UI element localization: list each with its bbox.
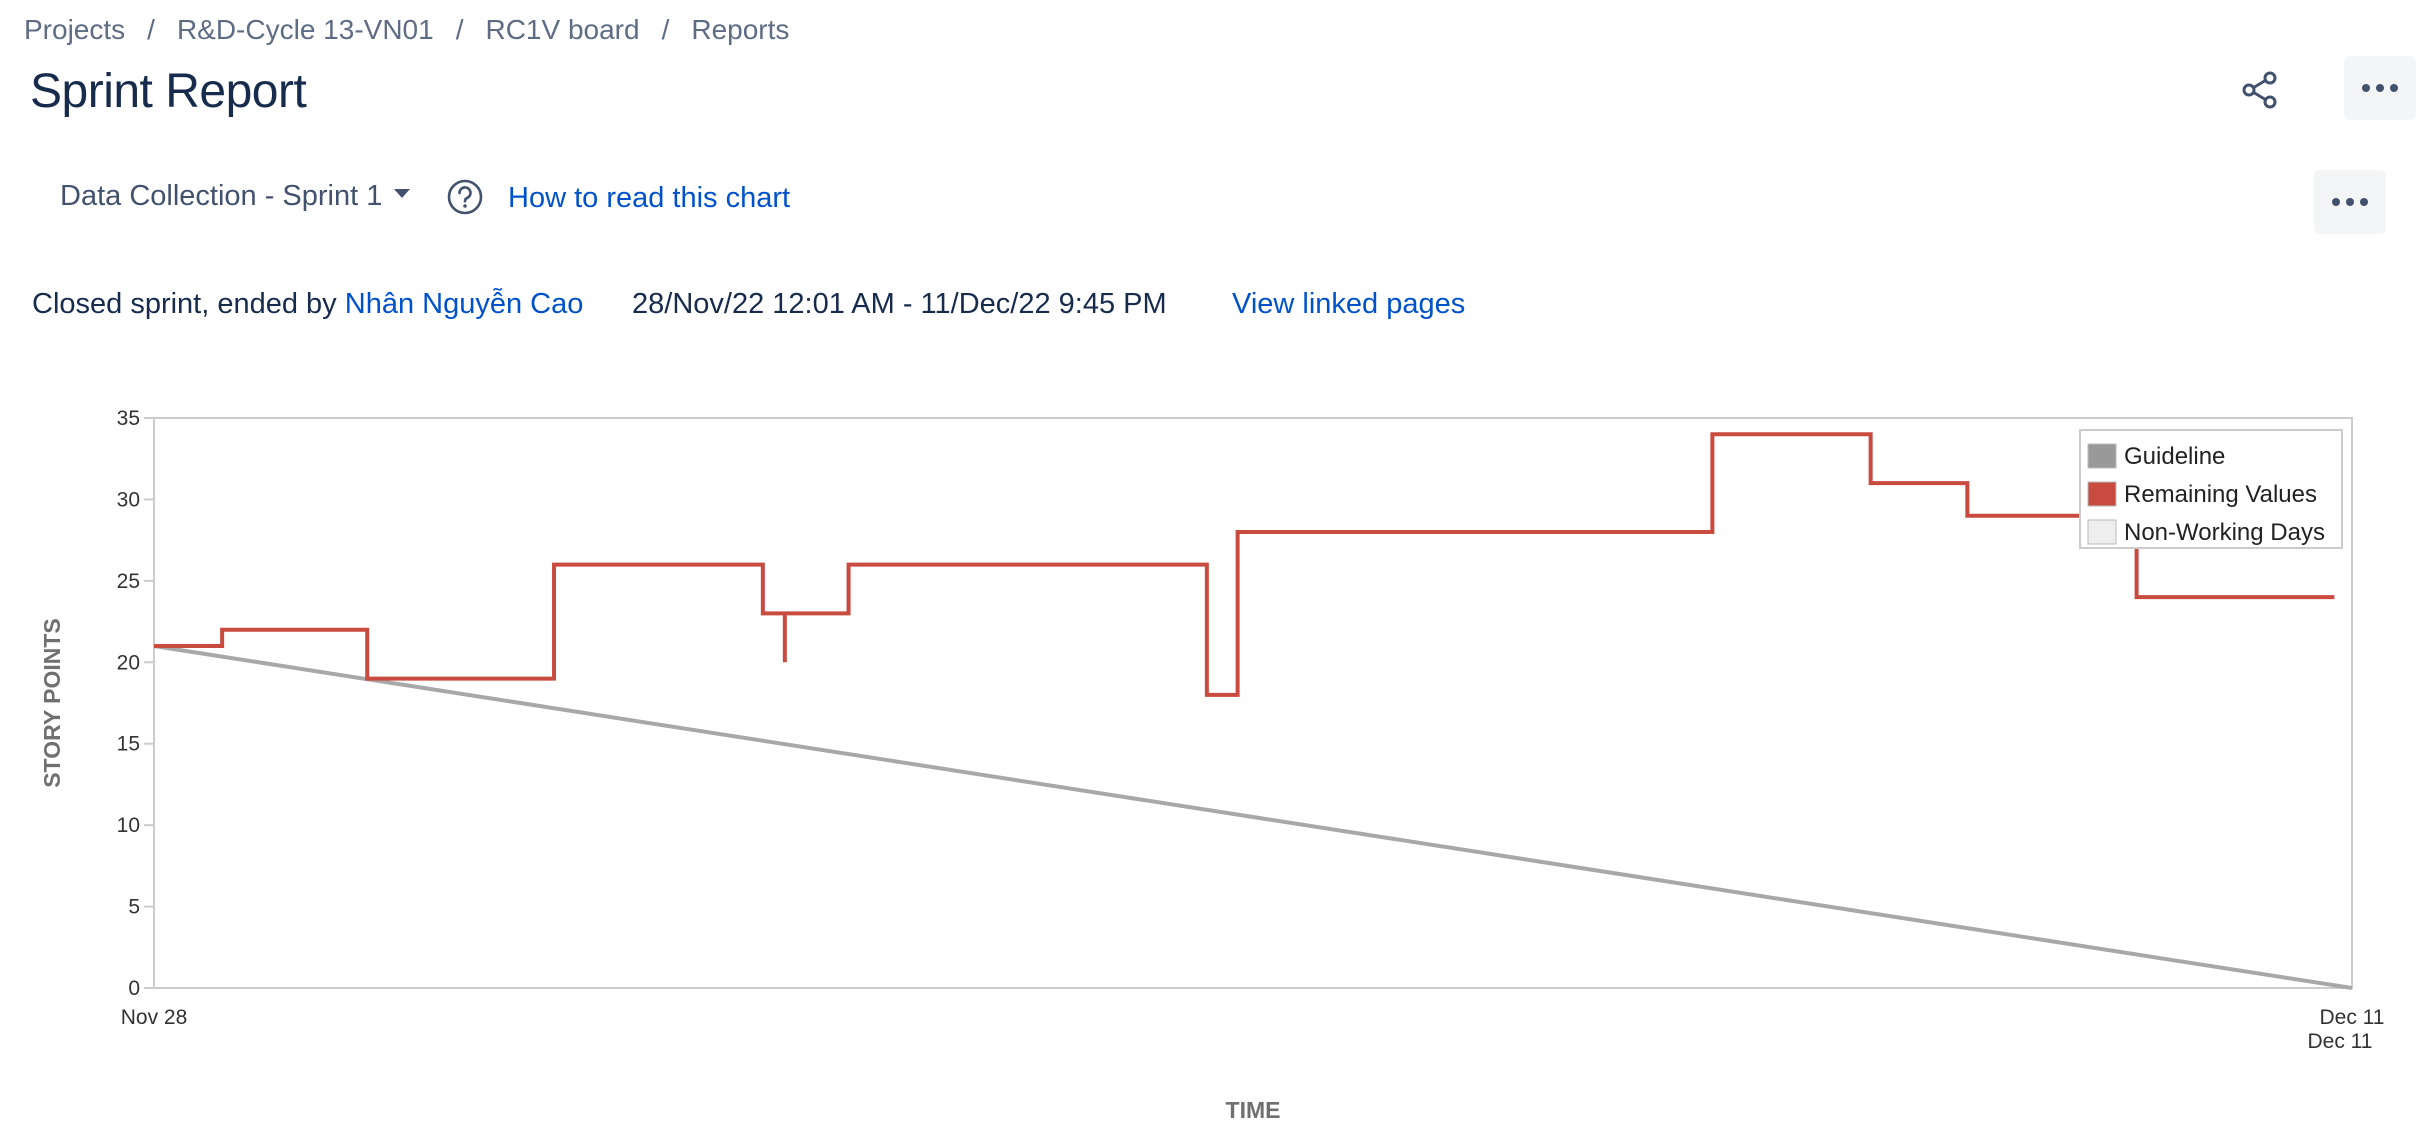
breadcrumb-projects[interactable]: Projects [24,14,125,46]
legend-swatch [2087,443,2117,469]
sprint-date-range: 28/Nov/22 12:01 AM - 11/Dec/22 9:45 PM [632,288,1167,320]
breadcrumb-reports[interactable]: Reports [691,14,789,46]
ended-by-user-link[interactable]: Nhân Nguyễn Cao [345,288,584,320]
y-tick-label: 15 [117,733,140,756]
breadcrumb-board[interactable]: RC1V board [485,14,639,46]
y-axis: 0 5 10 15 20 25 30 35 [117,407,154,1000]
x-tick-label-start: Nov 28 [121,1006,188,1029]
legend-label: Non-Working Days [2124,519,2325,546]
y-axis-title: STORY POINTS [39,618,65,788]
y-tick-label: 0 [128,977,140,1000]
sprint-dropdown-label: Data Collection - Sprint 1 [60,180,383,212]
breadcrumb-separator: / [455,14,464,45]
sprint-status-text: Closed sprint, ended by [32,288,337,320]
chart-legend: Guideline Remaining Values Non-Working Day… [2079,429,2343,549]
y-tick-label: 25 [117,570,140,593]
share-icon [2242,71,2277,109]
more-actions-button[interactable] [2344,56,2416,120]
y-tick-label: 20 [117,651,140,674]
breadcrumb-project[interactable]: R&D-Cycle 13-VN01 [177,14,434,46]
y-tick-label: 5 [128,896,140,919]
breadcrumb-separator: / [147,14,155,45]
x-axis-title: TIME [1226,1097,1281,1123]
y-tick-label: 30 [117,488,140,511]
legend-label: Remaining Values [2124,481,2317,508]
breadcrumb-separator: / [661,14,670,45]
legend-swatch [2087,481,2117,507]
breadcrumb: Projects / R&D-Cycle 13-VN01 / RC1V boar… [24,14,789,46]
legend-label: Guideline [2124,443,2225,470]
plot-area [153,417,2353,989]
question-circle-icon[interactable] [446,178,484,216]
page-title: Sprint Report [30,65,307,118]
burndown-chart: 0 5 10 15 20 25 30 35 Nov 28 Dec 11 Dec 11 STOR… [39,407,2385,1123]
sprint-status: Closed sprint, ended by Nhân Nguyễn Cao [32,288,583,321]
legend-swatch [2087,519,2117,545]
more-horizontal-icon [2332,198,2368,206]
guideline-series [153,644,2353,990]
remaining-values-series [154,432,2335,697]
y-tick-label: 10 [117,814,140,837]
y-tick-label: 35 [117,407,140,430]
sprint-dropdown[interactable]: Data Collection - Sprint 1 [60,180,411,213]
how-to-read-link[interactable]: How to read this chart [508,182,790,215]
x-tick-label-end-second: Dec 11 [2308,1030,2373,1053]
share-button[interactable] [2230,62,2290,118]
chart-more-button[interactable] [2314,170,2386,234]
view-linked-pages-link[interactable]: View linked pages [1232,288,1465,321]
chevron-down-icon [394,189,411,198]
x-tick-label-end: Dec 11 [2320,1006,2385,1029]
more-horizontal-icon [2362,84,2398,92]
